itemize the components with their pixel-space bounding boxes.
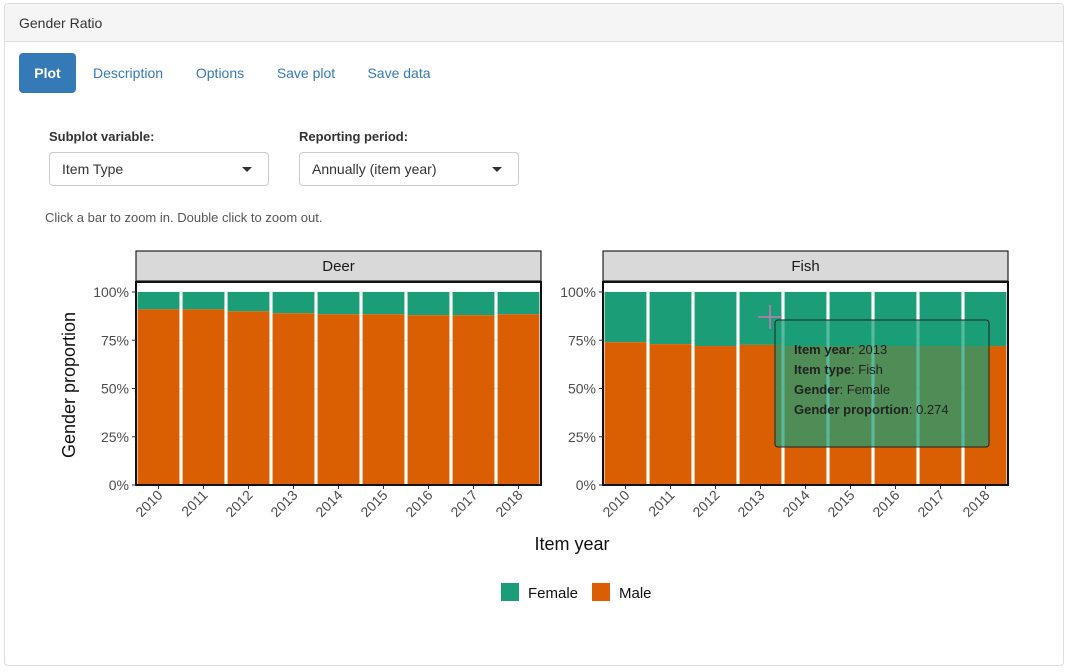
bar-female-deer-2014 (317, 292, 360, 315)
y-tick-label: 50% (101, 381, 129, 397)
bar-male-deer-2017 (452, 315, 495, 485)
x-axis-title: Item year (534, 534, 609, 554)
y-tick-label: 50% (568, 381, 596, 397)
x-tick-label-fish: 2018 (959, 487, 992, 520)
x-tick-label-deer: 2011 (178, 487, 211, 520)
y-tick-label: 75% (568, 332, 596, 348)
facet-label-deer: Deer (322, 258, 355, 275)
gender-ratio-chart[interactable]: Deer 2010 2011 2012 2013 2014 2015 2016 2017 2018… (0, 0, 1070, 672)
bar-male-fish-2011 (649, 344, 692, 485)
x-tick-label-deer: 2014 (312, 487, 345, 520)
x-tick-label-deer: 2016 (402, 487, 435, 520)
bar-male-deer-2018 (497, 314, 540, 485)
bar-female-fish-2010 (604, 292, 647, 343)
x-tick-label-fish: 2011 (645, 487, 678, 520)
x-tick-label-deer: 2010 (132, 487, 165, 520)
bar-male-fish-2010 (604, 342, 647, 485)
bar-male-deer-2010 (137, 309, 180, 485)
x-tick-label-deer: 2018 (492, 487, 525, 520)
x-tick-label-fish: 2010 (599, 487, 632, 520)
x-tick-label-fish: 2013 (734, 487, 767, 520)
bar-male-deer-2016 (407, 315, 450, 485)
bar-male-deer-2013 (272, 313, 315, 485)
y-tick-label: 0% (109, 477, 129, 493)
y-axis-title: Gender proportion (59, 312, 79, 458)
bar-male-deer-2015 (362, 314, 405, 485)
legend-label-male: Male (619, 585, 652, 602)
y-tick-label: 25% (101, 429, 129, 445)
x-tick-label-fish: 2017 (914, 487, 947, 520)
bar-female-deer-2015 (362, 292, 405, 315)
bar-female-deer-2013 (272, 292, 315, 314)
x-tick-label-deer: 2012 (222, 487, 255, 520)
bar-female-deer-2017 (452, 292, 495, 316)
x-tick-label-fish: 2012 (689, 487, 722, 520)
bar-male-deer-2014 (317, 314, 360, 485)
x-tick-label-deer: 2017 (447, 487, 480, 520)
bar-male-deer-2011 (182, 309, 225, 485)
plot-tooltip: Item year: 2013 Item type: Fish Gender: … (774, 319, 990, 448)
x-tick-label-fish: 2015 (824, 487, 857, 520)
x-tick-label-deer: 2013 (267, 487, 300, 520)
bar-male-fish-2012 (694, 346, 737, 485)
tooltip-line-item-type: Item type: Fish (794, 362, 883, 377)
bar-female-deer-2018 (497, 292, 540, 315)
tooltip-line-gender-proportion: Gender proportion: 0.274 (794, 402, 949, 417)
x-tick-label-fish: 2014 (779, 487, 812, 520)
y-tick-label: 100% (93, 284, 129, 300)
facet-label-fish: Fish (791, 258, 819, 275)
bar-female-deer-2016 (407, 292, 450, 316)
y-tick-label: 75% (101, 332, 129, 348)
tooltip-line-item-year: Item year: 2013 (794, 342, 887, 357)
y-tick-label: 100% (560, 284, 596, 300)
legend-label-female: Female (528, 585, 578, 602)
x-tick-label-fish: 2016 (869, 487, 902, 520)
bar-female-deer-2012 (227, 292, 270, 312)
bar-female-fish-2012 (694, 292, 737, 347)
bar-male-deer-2012 (227, 311, 270, 485)
x-tick-label-deer: 2015 (357, 487, 390, 520)
y-tick-label: 25% (568, 429, 596, 445)
tooltip-line-gender: Gender: Female (794, 382, 890, 397)
bar-female-deer-2011 (182, 292, 225, 310)
y-tick-label: 0% (576, 477, 596, 493)
legend-swatch-male (592, 583, 610, 601)
bar-female-fish-2011 (649, 292, 692, 345)
legend-swatch-female (501, 583, 519, 601)
bar-female-deer-2010 (137, 292, 180, 310)
